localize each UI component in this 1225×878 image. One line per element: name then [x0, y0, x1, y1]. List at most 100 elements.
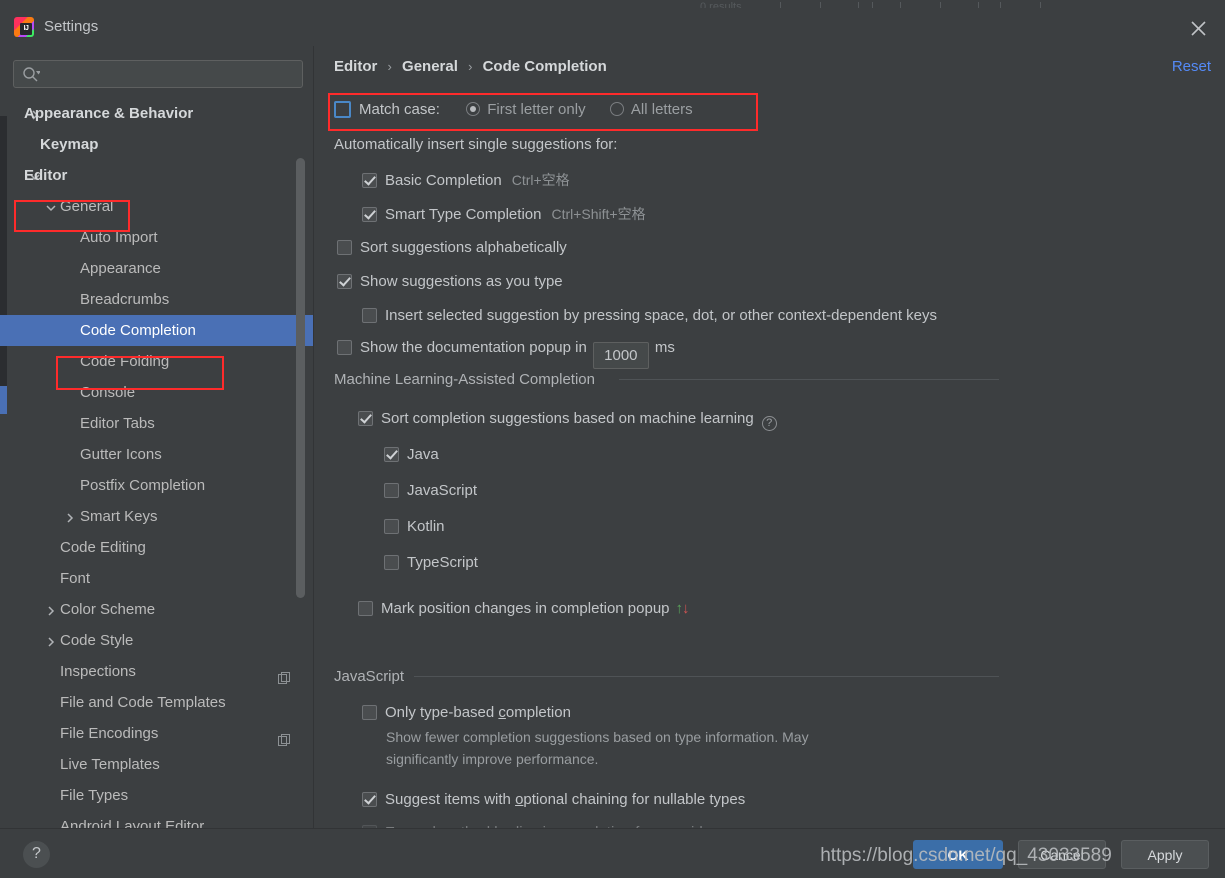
chevron-right-icon[interactable] — [44, 594, 58, 625]
sidebar-item-label: Breadcrumbs — [80, 291, 170, 308]
chevron-right-icon[interactable] — [44, 625, 58, 656]
basic-completion-label: Basic Completion — [385, 172, 502, 189]
sort-alphabetically-checkbox[interactable] — [337, 240, 352, 255]
sidebar-item-live-templates[interactable]: Live Templates — [0, 749, 313, 780]
arrow-down-icon: ↓ — [682, 600, 689, 617]
sidebar-item-android-layout-editor[interactable]: Android Layout Editor — [0, 811, 313, 828]
sidebar-item-code-folding[interactable]: Code Folding — [0, 346, 313, 377]
basic-completion-checkbox[interactable] — [362, 173, 377, 188]
reset-link[interactable]: Reset — [1172, 58, 1211, 75]
sidebar-item-file-encodings[interactable]: File Encodings — [0, 718, 313, 749]
doc-popup-row: Show the documentation popup in 1000 ms — [337, 339, 675, 369]
mark-position-checkbox[interactable] — [358, 601, 373, 616]
match-case-row: Match case: First letter only All letter… — [334, 101, 693, 118]
only-type-based-label-c: ompletion — [505, 704, 571, 721]
sidebar-item-label: Color Scheme — [60, 601, 156, 618]
sidebar-item-label: File Encodings — [60, 725, 159, 742]
ml-lang-java-label: Java — [407, 446, 439, 463]
breadcrumb: Editor › General › Code Completion — [334, 58, 607, 75]
dialog-footer: ? OK Cancel Apply — [0, 828, 1225, 878]
sidebar-item-label: Postfix Completion — [80, 477, 206, 494]
sidebar-item-file-and-code-templates[interactable]: File and Code Templates — [0, 687, 313, 718]
doc-popup-checkbox[interactable] — [337, 340, 352, 355]
sidebar-item-appearance-behavior[interactable]: Appearance & Behavior — [0, 98, 313, 129]
sidebar-item-postfix-completion[interactable]: Postfix Completion — [0, 470, 313, 501]
search-box[interactable] — [13, 60, 303, 88]
sidebar-item-auto-import[interactable]: Auto Import — [0, 222, 313, 253]
settings-sidebar: Appearance & Behavior Keymap Editor General… — [0, 46, 313, 828]
smart-type-completion-checkbox[interactable] — [362, 207, 377, 222]
settings-content-panel: Editor › General › Code Completion Reset… — [314, 46, 1225, 828]
sidebar-scrollbar-track[interactable] — [296, 98, 309, 828]
sidebar-item-label: Auto Import — [80, 229, 158, 246]
only-type-based-checkbox[interactable] — [362, 705, 377, 720]
optional-chaining-label-c: ptional chaining for nullable types — [523, 791, 746, 808]
sidebar-item-label: Code Folding — [80, 353, 170, 370]
sort-alphabetically-row: Sort suggestions alphabetically — [337, 239, 567, 256]
sidebar-item-breadcrumbs[interactable]: Breadcrumbs — [0, 284, 313, 315]
all-letters-label[interactable]: All letters — [631, 101, 693, 118]
position-change-arrows: ↑↓ — [676, 600, 690, 617]
ml-lang-kotlin-checkbox[interactable] — [384, 519, 399, 534]
ok-button[interactable]: OK — [913, 840, 1003, 869]
sidebar-item-label: Inspections — [60, 663, 136, 680]
sidebar-item-keymap[interactable]: Keymap — [0, 129, 313, 160]
cancel-button[interactable]: Cancel — [1018, 840, 1106, 869]
close-icon[interactable] — [1183, 16, 1215, 42]
sidebar-item-color-scheme[interactable]: Color Scheme — [0, 594, 313, 625]
doc-popup-label-before: Show the documentation popup in — [360, 339, 587, 356]
sidebar-item-smart-keys[interactable]: Smart Keys — [0, 501, 313, 532]
sidebar-item-font[interactable]: Font — [0, 563, 313, 594]
only-type-based-row: Only type-based completion — [362, 704, 571, 721]
sidebar-scrollbar-thumb[interactable] — [296, 158, 305, 598]
sidebar-item-label: Code Style — [60, 632, 134, 649]
ml-lang-kotlin-row: Kotlin — [384, 518, 445, 535]
ml-lang-typescript-checkbox[interactable] — [384, 555, 399, 570]
basic-completion-shortcut: Ctrl+空格 — [511, 172, 570, 188]
ml-lang-typescript-row: TypeScript — [384, 554, 478, 571]
breadcrumb-separator-1: › — [387, 59, 392, 74]
chevron-down-icon[interactable] — [44, 191, 58, 222]
sidebar-item-editor-tabs[interactable]: Editor Tabs — [0, 408, 313, 439]
mark-position-label: Mark position changes in completion popu… — [381, 600, 670, 617]
breadcrumb-editor[interactable]: Editor — [334, 58, 377, 75]
mark-position-row: Mark position changes in completion popu… — [358, 600, 689, 617]
ml-lang-java-checkbox[interactable] — [384, 447, 399, 462]
sidebar-item-code-completion[interactable]: Code Completion — [0, 315, 313, 346]
sidebar-item-editor[interactable]: Editor — [0, 160, 313, 191]
js-section-title: JavaScript — [334, 668, 415, 685]
smart-type-completion-row: Smart Type Completion Ctrl+Shift+空格 — [362, 204, 646, 224]
all-letters-radio[interactable] — [609, 102, 624, 116]
sidebar-item-general[interactable]: General — [0, 191, 313, 222]
doc-popup-delay-input[interactable]: 1000 — [592, 342, 649, 369]
insert-selected-checkbox[interactable] — [362, 308, 377, 323]
sidebar-item-appearance[interactable]: Appearance — [0, 253, 313, 284]
help-button[interactable]: ? — [23, 841, 50, 868]
ml-lang-javascript-checkbox[interactable] — [384, 483, 399, 498]
sidebar-item-label: Appearance & Behavior — [24, 105, 194, 122]
sidebar-item-code-style[interactable]: Code Style — [0, 625, 313, 656]
sidebar-item-code-editing[interactable]: Code Editing — [0, 532, 313, 563]
first-letter-only-radio[interactable] — [466, 102, 481, 116]
settings-dialog-screen: 0 results IJ Settings Appearance & Behav… — [0, 0, 1225, 878]
ml-lang-javascript-row: JavaScript — [384, 482, 477, 499]
question-mark-icon[interactable]: ? — [761, 416, 777, 431]
sort-ml-checkbox[interactable] — [358, 411, 373, 426]
optional-chaining-checkbox[interactable] — [362, 792, 377, 807]
show-suggestions-checkbox[interactable] — [337, 274, 352, 289]
sidebar-item-label: Android Layout Editor — [60, 818, 205, 828]
breadcrumb-general[interactable]: General — [402, 58, 458, 75]
apply-button[interactable]: Apply — [1121, 840, 1209, 869]
sidebar-item-label: Code Editing — [60, 539, 146, 556]
sidebar-item-gutter-icons[interactable]: Gutter Icons — [0, 439, 313, 470]
match-case-label: Match case: — [359, 101, 440, 118]
first-letter-only-label[interactable]: First letter only — [487, 101, 585, 118]
chevron-right-icon[interactable] — [63, 501, 77, 532]
sidebar-item-inspections[interactable]: Inspections — [0, 656, 313, 687]
match-case-checkbox[interactable] — [334, 101, 351, 118]
search-input[interactable] — [44, 61, 299, 87]
sidebar-item-console[interactable]: Console — [0, 377, 313, 408]
sidebar-item-file-types[interactable]: File Types — [0, 780, 313, 811]
sidebar-item-label: Console — [80, 384, 136, 401]
ml-section-divider — [619, 379, 999, 380]
